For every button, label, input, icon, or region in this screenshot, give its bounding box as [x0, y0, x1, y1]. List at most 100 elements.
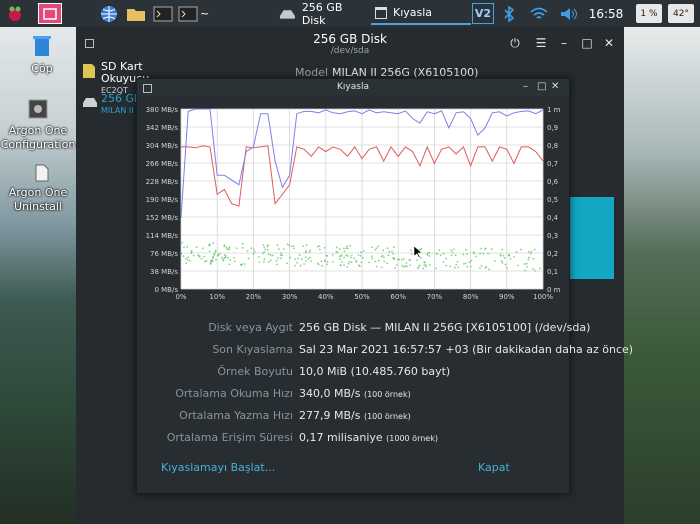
access-time-point	[374, 248, 377, 251]
access-time-point	[466, 253, 468, 256]
minimize-button[interactable]: –	[557, 36, 571, 50]
info-key: Örnek Boyutu	[217, 365, 293, 378]
access-time-point	[409, 264, 411, 267]
access-time-point	[347, 262, 350, 265]
x-tick-label: 60%	[390, 293, 406, 301]
access-time-point	[286, 243, 289, 246]
access-time-point	[359, 254, 362, 257]
access-time-point	[345, 247, 348, 250]
trash-desktop-icon[interactable]: Çöp	[4, 34, 80, 76]
temperature-monitor[interactable]: 42°	[668, 4, 694, 23]
access-time-point	[296, 261, 299, 264]
info-value-text: 256 GB Disk — MILAN II 256G [X6105100] (…	[299, 321, 591, 334]
access-time-point	[371, 257, 374, 260]
access-time-point	[264, 248, 267, 251]
access-time-point	[318, 248, 321, 251]
access-time-point	[223, 245, 226, 248]
access-time-point	[494, 260, 496, 262]
access-time-point	[297, 257, 300, 260]
access-time-point	[350, 261, 353, 263]
access-time-point	[299, 264, 302, 267]
access-time-point	[320, 260, 323, 263]
access-time-point	[343, 256, 346, 259]
y-left-tick-label: 228 MB/s	[146, 178, 179, 186]
access-time-point	[480, 247, 482, 250]
access-time-point	[426, 252, 429, 255]
argon-config-desktop-icon[interactable]: Argon One Configuration	[0, 98, 76, 152]
argon-uninstall-desktop-icon[interactable]: Argon One Uninstall	[4, 164, 80, 214]
close-button[interactable]: ✕	[602, 36, 616, 50]
access-time-point	[317, 262, 319, 265]
access-time-point	[227, 256, 229, 259]
cpu-monitor[interactable]: 1 %	[636, 4, 662, 23]
access-time-point	[449, 265, 451, 268]
access-time-point	[181, 241, 184, 244]
info-value: 277,9 MB/s (100 örnek)	[299, 409, 411, 422]
access-time-point	[305, 250, 307, 252]
x-tick-label: 50%	[354, 293, 370, 301]
access-time-point	[456, 260, 459, 263]
partition-block[interactable]	[566, 197, 614, 279]
argon-config-icon	[28, 99, 48, 119]
wifi-icon[interactable]	[528, 3, 550, 24]
app-launcher-icon[interactable]	[38, 3, 62, 24]
y-right-tick-label: 0,2 ms	[547, 250, 561, 258]
access-time-point	[509, 257, 512, 260]
access-time-point	[375, 265, 378, 268]
trash-icon	[33, 36, 51, 56]
access-time-point	[499, 254, 502, 257]
access-time-point	[316, 245, 319, 248]
benchmark-task[interactable]: Kıyasla	[371, 2, 471, 25]
bluetooth-icon[interactable]	[500, 3, 518, 24]
hamburger-menu-icon[interactable]: ☰	[534, 36, 548, 50]
close-button[interactable]: ✕	[551, 81, 559, 92]
maximize-button[interactable]: □	[537, 81, 546, 92]
access-time-point	[276, 244, 279, 246]
file-manager-icon[interactable]	[124, 3, 148, 24]
access-time-point	[422, 267, 425, 270]
volume-icon[interactable]	[558, 3, 580, 24]
top-panel: ~ 256 GB Disk Kıyasla V2 16:58 1 % 42°	[0, 0, 700, 27]
vnc-icon[interactable]: V2	[472, 3, 494, 24]
access-time-point	[417, 267, 419, 270]
access-time-point	[277, 248, 280, 251]
x-tick-label: 10%	[209, 293, 225, 301]
y-left-tick-label: 190 MB/s	[146, 196, 179, 204]
access-time-point	[484, 266, 487, 269]
raspberry-menu-icon[interactable]	[4, 3, 26, 24]
access-time-point	[425, 264, 427, 266]
power-icon[interactable]: ⏻	[508, 36, 522, 50]
access-time-point	[203, 255, 206, 258]
terminal-task[interactable]: ~	[178, 3, 216, 24]
access-time-point	[220, 256, 223, 259]
access-time-point	[184, 257, 187, 260]
web-browser-icon[interactable]	[98, 3, 120, 24]
access-time-point	[386, 247, 389, 250]
access-time-point	[527, 258, 530, 261]
access-time-point	[246, 250, 249, 252]
close-dialog-button[interactable]: Kapat	[478, 461, 510, 474]
access-time-point	[210, 262, 212, 264]
access-time-point	[283, 248, 285, 250]
info-row: Son Kıyaslama Sal 23 Mar 2021 16:57:57 +0…	[137, 343, 633, 359]
disks-task[interactable]: 256 GB Disk	[279, 1, 365, 27]
maximize-button[interactable]: □	[580, 36, 594, 50]
terminal-icon[interactable]	[152, 3, 174, 24]
start-benchmark-button[interactable]: Kıyaslamayı Başlat...	[161, 461, 275, 474]
access-time-point	[331, 254, 334, 256]
access-time-point	[482, 252, 485, 255]
info-row: Örnek Boyutu 10,0 MiB (10.485.760 bayt)	[137, 365, 569, 381]
minimize-button[interactable]: –	[523, 81, 528, 92]
clock[interactable]: 16:58	[586, 3, 626, 24]
access-time-point	[280, 252, 282, 255]
info-sample-count: (1000 örnek)	[386, 434, 438, 443]
access-time-point	[209, 260, 212, 263]
benchmark-titlebar: Kıyasla – □ ✕	[137, 79, 569, 97]
access-time-point	[198, 255, 201, 258]
script-file-icon	[35, 164, 49, 182]
x-tick-label: 40%	[318, 293, 334, 301]
access-time-point	[253, 248, 255, 251]
access-time-point	[269, 254, 272, 257]
info-key: Ortalama Erişim Süresi	[166, 431, 293, 444]
access-time-point	[479, 252, 481, 255]
